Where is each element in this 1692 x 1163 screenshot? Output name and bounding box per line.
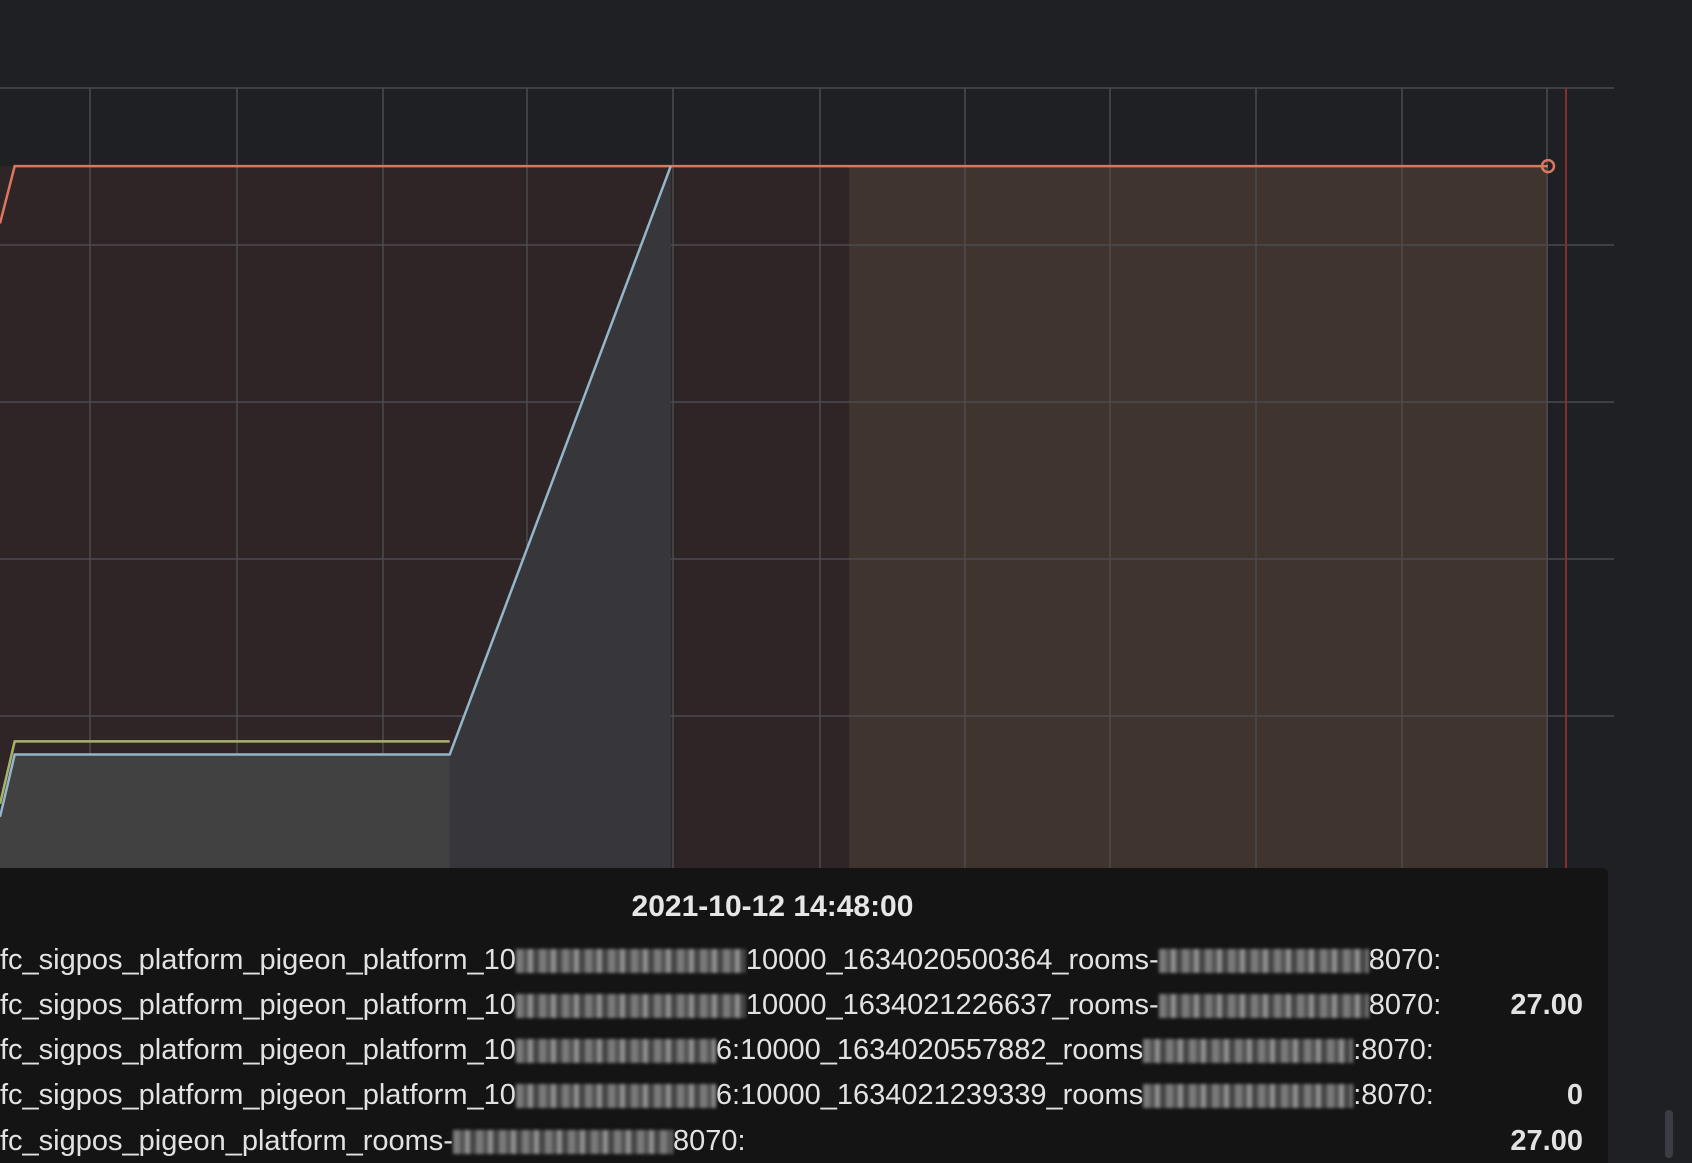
- tooltip-row: fc_sigpos_pigeon_platform_rooms- 8070: 27…: [0, 1125, 1595, 1163]
- series-tooltip: 2021-10-12 14:48:00 fc_sigpos_platform_p…: [0, 868, 1608, 1163]
- scrollbar-thumb[interactable]: [1665, 1110, 1673, 1158]
- tooltip-row: fc_sigpos_platform_pigeon_platform_10 100…: [0, 944, 1595, 988]
- tooltip-row-suffix: 8070:: [672, 1125, 746, 1157]
- band-orange-region: [849, 166, 1548, 870]
- tooltip-row-prefix: fc_sigpos_pigeon_platform_rooms-: [0, 1125, 453, 1157]
- tooltip-row-prefix: fc_sigpos_platform_pigeon_platform_10: [0, 1034, 516, 1066]
- tooltip-row-value: 27.00: [1510, 1125, 1583, 1157]
- tooltip-row-mid: 10000_1634020500364_rooms-: [745, 944, 1159, 976]
- tooltip-row: fc_sigpos_platform_pigeon_platform_10 6:1…: [0, 1079, 1595, 1123]
- gray-series-area: [0, 754, 450, 869]
- tooltip-row-prefix: fc_sigpos_platform_pigeon_platform_10: [0, 944, 516, 976]
- tooltip-row-suffix: 8070:: [1368, 989, 1442, 1021]
- tooltip-row-prefix: fc_sigpos_platform_pigeon_platform_10: [0, 1079, 516, 1111]
- tooltip-row: fc_sigpos_platform_pigeon_platform_10 100…: [0, 989, 1595, 1033]
- tooltip-timestamp: 2021-10-12 14:48:00: [631, 890, 914, 923]
- tooltip-row-value: 0: [1566, 1079, 1583, 1111]
- tooltip-row-suffix: 8070:: [1368, 944, 1442, 976]
- tooltip-row-suffix: :8070:: [1353, 1034, 1434, 1066]
- tooltip-row-mid: 10000_1634021226637_rooms-: [745, 989, 1159, 1021]
- tooltip-row-mid: 6:10000_1634020557882_rooms: [715, 1034, 1144, 1066]
- tooltip-row-value: 27.00: [1510, 989, 1583, 1021]
- tooltip-row-prefix: fc_sigpos_platform_pigeon_platform_10: [0, 989, 516, 1021]
- tooltip-row-mid: 6:10000_1634021239339_rooms: [715, 1079, 1144, 1111]
- tooltip-row: fc_sigpos_platform_pigeon_platform_10 6:1…: [0, 1034, 1595, 1078]
- tooltip-row-suffix: :8070:: [1353, 1079, 1434, 1111]
